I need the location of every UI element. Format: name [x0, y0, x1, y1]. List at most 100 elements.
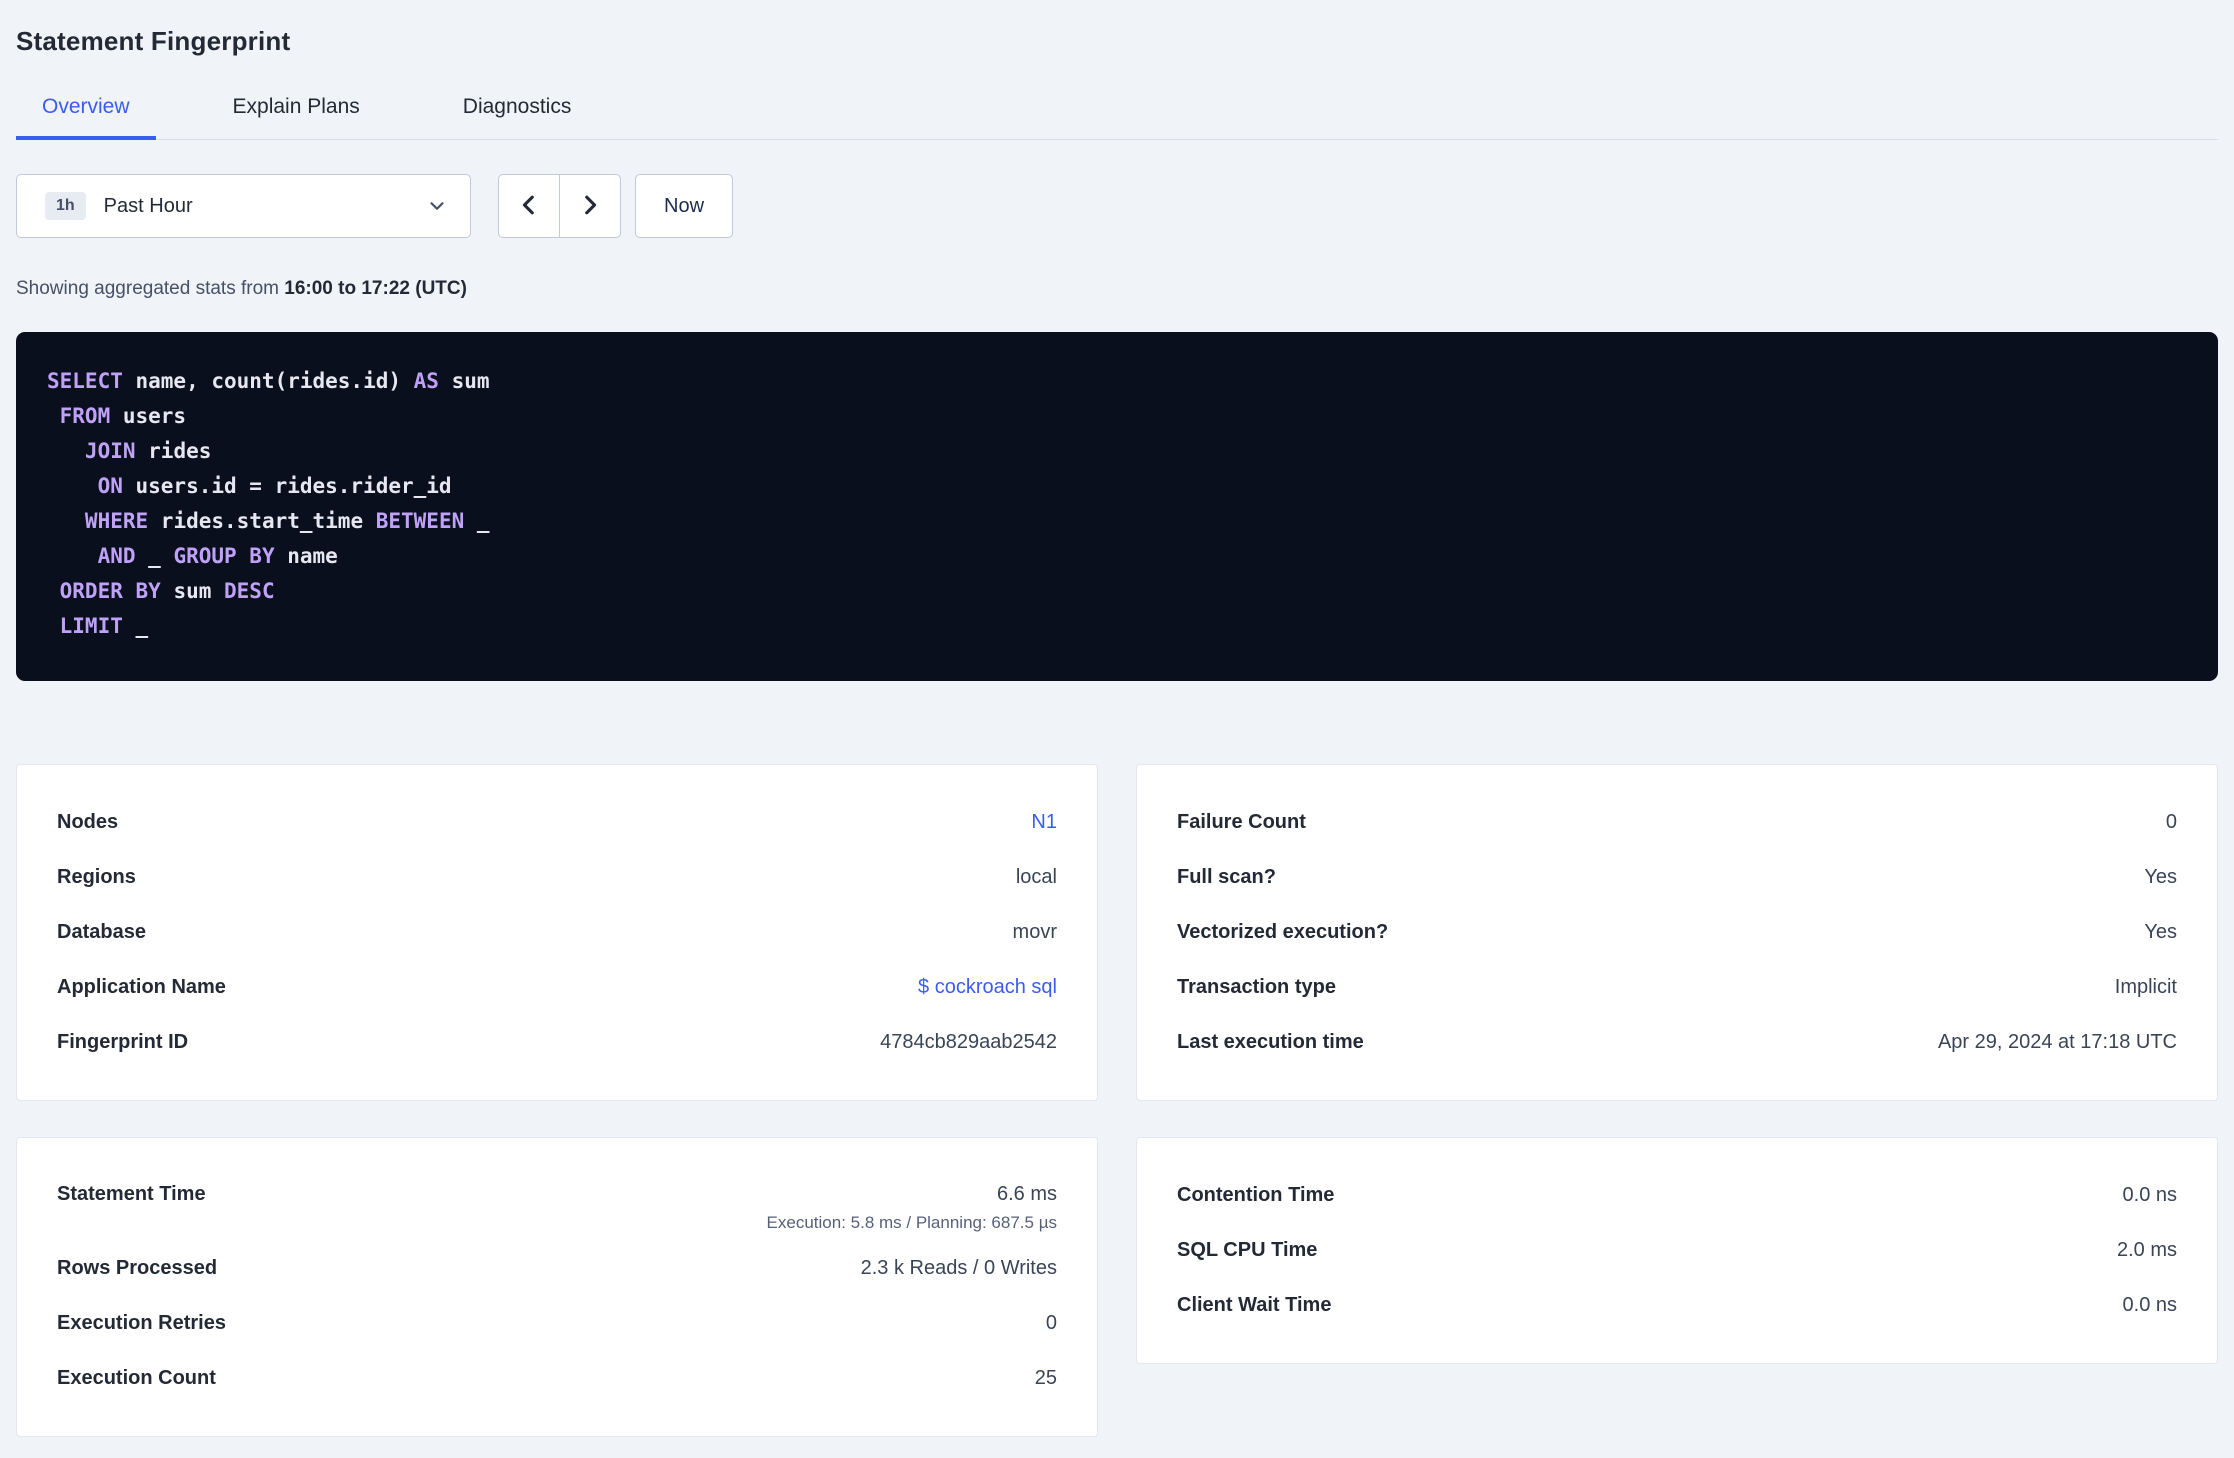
sql-line: JOIN rides: [47, 439, 212, 463]
stat-value-wrap: 2.3 k Reads / 0 Writes: [861, 1257, 1057, 1280]
stat-value: 0: [2165, 811, 2177, 833]
stat-value-wrap: movr: [1013, 921, 1057, 944]
stat-value-wrap: $ cockroach sql: [918, 976, 1057, 999]
stat-value: 2.3 k Reads / 0 Writes: [860, 1257, 1057, 1279]
interval-label: Past Hour: [103, 194, 193, 217]
stat-row: Client Wait Time 0.0 ns: [1177, 1278, 2177, 1333]
stat-row: Failure Count 0: [1177, 795, 2177, 850]
statement-timing-card: Statement Time 6.6 ms Execution: 5.8 ms / …: [16, 1137, 1098, 1437]
stat-value-wrap: 0.0 ns: [2123, 1184, 2177, 1207]
chevron-left-icon: [516, 192, 542, 221]
stat-value-wrap: Apr 29, 2024 at 17:18 UTC: [1938, 1031, 2177, 1054]
page-title: Statement Fingerprint: [16, 26, 291, 56]
stat-value: 0: [1045, 1312, 1057, 1334]
stat-row: Execution Count 25: [57, 1351, 1057, 1406]
stat-label: Contention Time: [1177, 1184, 1335, 1206]
stat-value-link[interactable]: $ cockroach sql: [918, 976, 1057, 999]
stat-row: Regions local: [57, 850, 1057, 905]
stat-label: Application Name: [57, 976, 226, 998]
stat-label: Failure Count: [1177, 811, 1306, 833]
stat-row: Rows Processed 2.3 k Reads / 0 Writes: [57, 1241, 1057, 1296]
stat-value: 6.6 ms: [996, 1183, 1057, 1205]
sql-line: AND _ GROUP BY name: [47, 544, 338, 568]
sql-line: WHERE rides.start_time BETWEEN _: [47, 509, 490, 533]
resource-usage-card: Contention Time 0.0 ns SQL CPU Time 2.0 ms C…: [1136, 1137, 2218, 1364]
stat-label: SQL CPU Time: [1177, 1239, 1318, 1261]
sql-line: ON users.id = rides.rider_id: [47, 474, 452, 498]
stats-time-range: 16:00 to 17:22 (UTC): [284, 278, 467, 299]
aggregated-stats-text: Showing aggregated stats from 16:00 to 1…: [16, 278, 2218, 300]
stat-value-link[interactable]: N1: [1031, 811, 1057, 834]
sql-line: ORDER BY sum DESC: [47, 579, 275, 603]
stat-value-wrap: 0: [1046, 1312, 1057, 1335]
overview-cards-row: Nodes N1 Regions local Database movr Applicati…: [16, 764, 2218, 1101]
stat-label: Database: [57, 921, 146, 943]
stat-value-wrap: 4784cb829aab2542: [880, 1031, 1057, 1054]
sql-line: LIMIT _: [47, 614, 149, 638]
time-toolbar: 1h Past Hour Now: [16, 174, 2218, 238]
tab-bar: Overview Explain Plans Diagnostics: [16, 81, 2218, 140]
interval-badge: 1h: [45, 192, 86, 220]
sql-line: FROM users: [47, 404, 187, 428]
stat-label: Execution Retries: [57, 1312, 226, 1334]
stat-row: Application Name $ cockroach sql: [57, 960, 1057, 1015]
tab-explain-plans[interactable]: Explain Plans: [207, 81, 386, 140]
stat-row: Contention Time 0.0 ns: [1177, 1168, 2177, 1223]
stat-label: Client Wait Time: [1177, 1294, 1332, 1316]
statement-fingerprint-page: Statement Fingerprint Overview Explain P…: [0, 26, 2234, 1437]
chevron-right-icon: [577, 192, 603, 221]
stat-value: Yes: [2144, 921, 2177, 943]
next-interval-button[interactable]: [559, 174, 621, 238]
stat-label: Transaction type: [1177, 976, 1336, 998]
stat-label: Rows Processed: [57, 1257, 218, 1279]
stat-row: Vectorized execution? Yes: [1177, 905, 2177, 960]
stat-label: Vectorized execution?: [1177, 921, 1389, 943]
stat-value-wrap: 6.6 ms Execution: 5.8 ms / Planning: 687.…: [767, 1183, 1057, 1233]
stat-value-wrap: Implicit: [2115, 976, 2177, 999]
prev-interval-button[interactable]: [498, 174, 560, 238]
stat-value: 0.0 ns: [2122, 1184, 2177, 1206]
interval-arrow-group: [498, 174, 621, 238]
timing-cards-row: Statement Time 6.6 ms Execution: 5.8 ms / …: [16, 1137, 2218, 1437]
stat-value-wrap: 25: [1035, 1367, 1057, 1390]
time-interval-dropdown[interactable]: 1h Past Hour: [16, 174, 471, 238]
stat-value: movr: [1012, 921, 1057, 943]
stat-row: Full scan? Yes: [1177, 850, 2177, 905]
stat-value: 0.0 ns: [2122, 1294, 2177, 1316]
now-button[interactable]: Now: [635, 174, 734, 238]
stat-row: Execution Retries 0: [57, 1296, 1057, 1351]
sql-statement-box: SELECT name, count(rides.id) AS sum FROM…: [16, 332, 2218, 681]
chevron-down-icon: [426, 195, 448, 217]
stat-row: Fingerprint ID 4784cb829aab2542: [57, 1015, 1057, 1070]
stat-row: Transaction type Implicit: [1177, 960, 2177, 1015]
stat-value-wrap: 0.0 ns: [2123, 1294, 2177, 1317]
stat-row: Statement Time 6.6 ms Execution: 5.8 ms / …: [57, 1168, 1057, 1241]
stat-value: 4784cb829aab2542: [880, 1031, 1057, 1053]
stat-value: 2.0 ms: [2116, 1239, 2177, 1261]
stat-label: Full scan?: [1177, 866, 1276, 888]
stat-label: Fingerprint ID: [57, 1031, 189, 1053]
stat-value-wrap: 2.0 ms: [2117, 1239, 2177, 1262]
stat-value-wrap: 0: [2166, 811, 2177, 834]
stat-label: Last execution time: [1177, 1031, 1364, 1053]
stat-value: 25: [1034, 1367, 1057, 1389]
stat-value-wrap: N1: [1031, 811, 1057, 834]
stat-value: local: [1015, 866, 1057, 888]
overview-card: Nodes N1 Regions local Database movr Applicati…: [16, 764, 1098, 1101]
stat-value-wrap: Yes: [2144, 866, 2177, 889]
stat-label: Statement Time: [57, 1183, 206, 1205]
stat-label: Nodes: [57, 811, 119, 833]
stat-row: Nodes N1: [57, 795, 1057, 850]
tab-diagnostics[interactable]: Diagnostics: [437, 81, 598, 140]
stat-value: Implicit: [2114, 976, 2177, 998]
stat-label: Regions: [57, 866, 136, 888]
stat-label: Execution Count: [57, 1367, 216, 1389]
execution-attributes-card: Failure Count 0 Full scan? Yes Vectorized ex…: [1136, 764, 2218, 1101]
sql-line: SELECT name, count(rides.id) AS sum: [47, 369, 490, 393]
sql-code: SELECT name, count(rides.id) AS sum FROM…: [47, 364, 2187, 644]
stat-value: Apr 29, 2024 at 17:18 UTC: [1937, 1031, 2177, 1053]
stat-value-wrap: Yes: [2144, 921, 2177, 944]
stat-row: SQL CPU Time 2.0 ms: [1177, 1223, 2177, 1278]
stat-row: Last execution time Apr 29, 2024 at 17:18…: [1177, 1015, 2177, 1070]
tab-overview[interactable]: Overview: [16, 81, 156, 140]
